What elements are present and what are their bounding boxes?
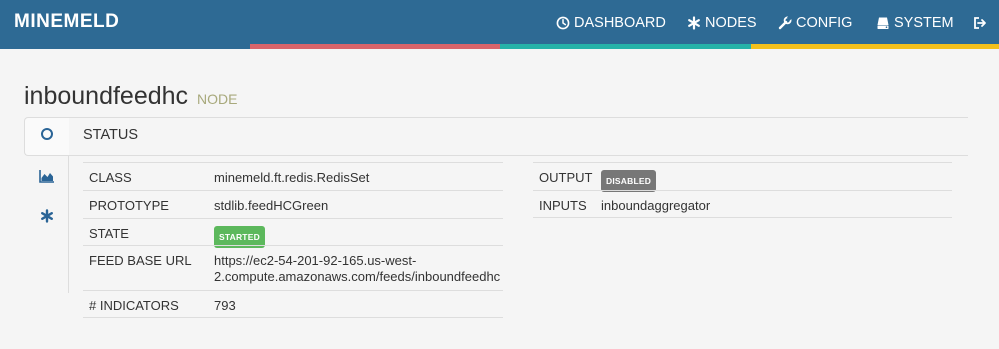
nav-system-label: SYSTEM: [894, 15, 954, 31]
feed-url-line-2: 2.compute.amazonaws.com/feeds/inboundfee…: [214, 269, 501, 284]
nav-system[interactable]: SYSTEM: [876, 13, 954, 33]
nav-dashboard-label: DASHBOARD: [574, 15, 666, 31]
table-row: PROTOTYPE stdlib.feedHCGreen: [83, 190, 503, 218]
row-key-indicators: # INDICATORS: [89, 298, 179, 313]
row-key-output: OUTPUT: [539, 170, 593, 185]
area-chart-icon: [38, 169, 55, 188]
nav-dashboard[interactable]: DASHBOARD: [556, 13, 666, 33]
inputs-link[interactable]: inboundaggregator: [601, 198, 710, 214]
row-key-class: CLASS: [89, 170, 132, 185]
table-row: INPUTS inboundaggregator: [533, 190, 952, 218]
nav-nodes-label: NODES: [705, 15, 757, 31]
nav-stripe-blue: [0, 44, 250, 49]
status-badge-disabled: DISABLED: [601, 170, 657, 192]
tab-status[interactable]: [24, 117, 69, 156]
feed-base-url-link[interactable]: https://ec2-54-201-92-165.us-west- 2.com…: [214, 253, 500, 285]
row-key-feed-base-url: FEED BASE URL: [89, 253, 192, 268]
circle-icon: [40, 127, 54, 146]
section-header-border: [68, 155, 968, 156]
table-row: CLASS minemeld.ft.redis.RedisSet: [83, 162, 503, 190]
tab-config[interactable]: [24, 203, 69, 233]
tabs-divider: [68, 156, 69, 293]
top-navbar: MINEMELD DASHBOARD NODES CONFIG SYSTEM: [0, 0, 999, 44]
page-subtitle: NODE: [197, 91, 238, 107]
section-top-border: [68, 117, 968, 118]
row-key-inputs: INPUTS: [539, 198, 587, 213]
section-title-status: STATUS: [83, 127, 139, 143]
nav-nodes[interactable]: NODES: [687, 13, 757, 33]
asterisk-icon: [40, 208, 54, 228]
table-row: STATE STARTED: [83, 218, 503, 248]
row-key-prototype: PROTOTYPE: [89, 198, 169, 213]
server-icon: [876, 16, 890, 30]
node-io-table: OUTPUT DISABLED INPUTS inboundaggregator: [533, 162, 952, 218]
tab-stats[interactable]: [24, 163, 69, 193]
nav-stripe-teal: [500, 44, 751, 49]
nav-config-label: CONFIG: [796, 15, 853, 31]
table-row: OUTPUT DISABLED: [533, 162, 952, 192]
table-row: # INDICATORS 793: [83, 290, 503, 318]
brand-logo[interactable]: MINEMELD: [14, 11, 119, 33]
asterisk-icon: [687, 16, 701, 30]
nav-stripe-yellow: [751, 44, 999, 49]
nav-config[interactable]: CONFIG: [778, 13, 852, 33]
wrench-icon: [778, 16, 792, 30]
node-info-table: CLASS minemeld.ft.redis.RedisSet PROTOTY…: [83, 162, 503, 318]
table-row: FEED BASE URL https://ec2-54-201-92-165.…: [83, 245, 503, 290]
nav-stripe-red: [250, 44, 500, 49]
row-value-class: minemeld.ft.redis.RedisSet: [214, 170, 370, 185]
page-title: inboundfeedhc: [24, 82, 189, 110]
node-tabs: [24, 117, 69, 293]
row-key-state: STATE: [89, 226, 129, 241]
row-value-output: DISABLED: [601, 170, 657, 192]
row-value-indicators: 793: [214, 298, 236, 313]
logout-button[interactable]: [973, 13, 991, 33]
prototype-link[interactable]: stdlib.feedHCGreen: [214, 198, 328, 214]
dashboard-icon: [556, 16, 570, 30]
logout-icon: [973, 16, 987, 30]
feed-url-line-1: https://ec2-54-201-92-165.us-west-: [214, 253, 417, 268]
